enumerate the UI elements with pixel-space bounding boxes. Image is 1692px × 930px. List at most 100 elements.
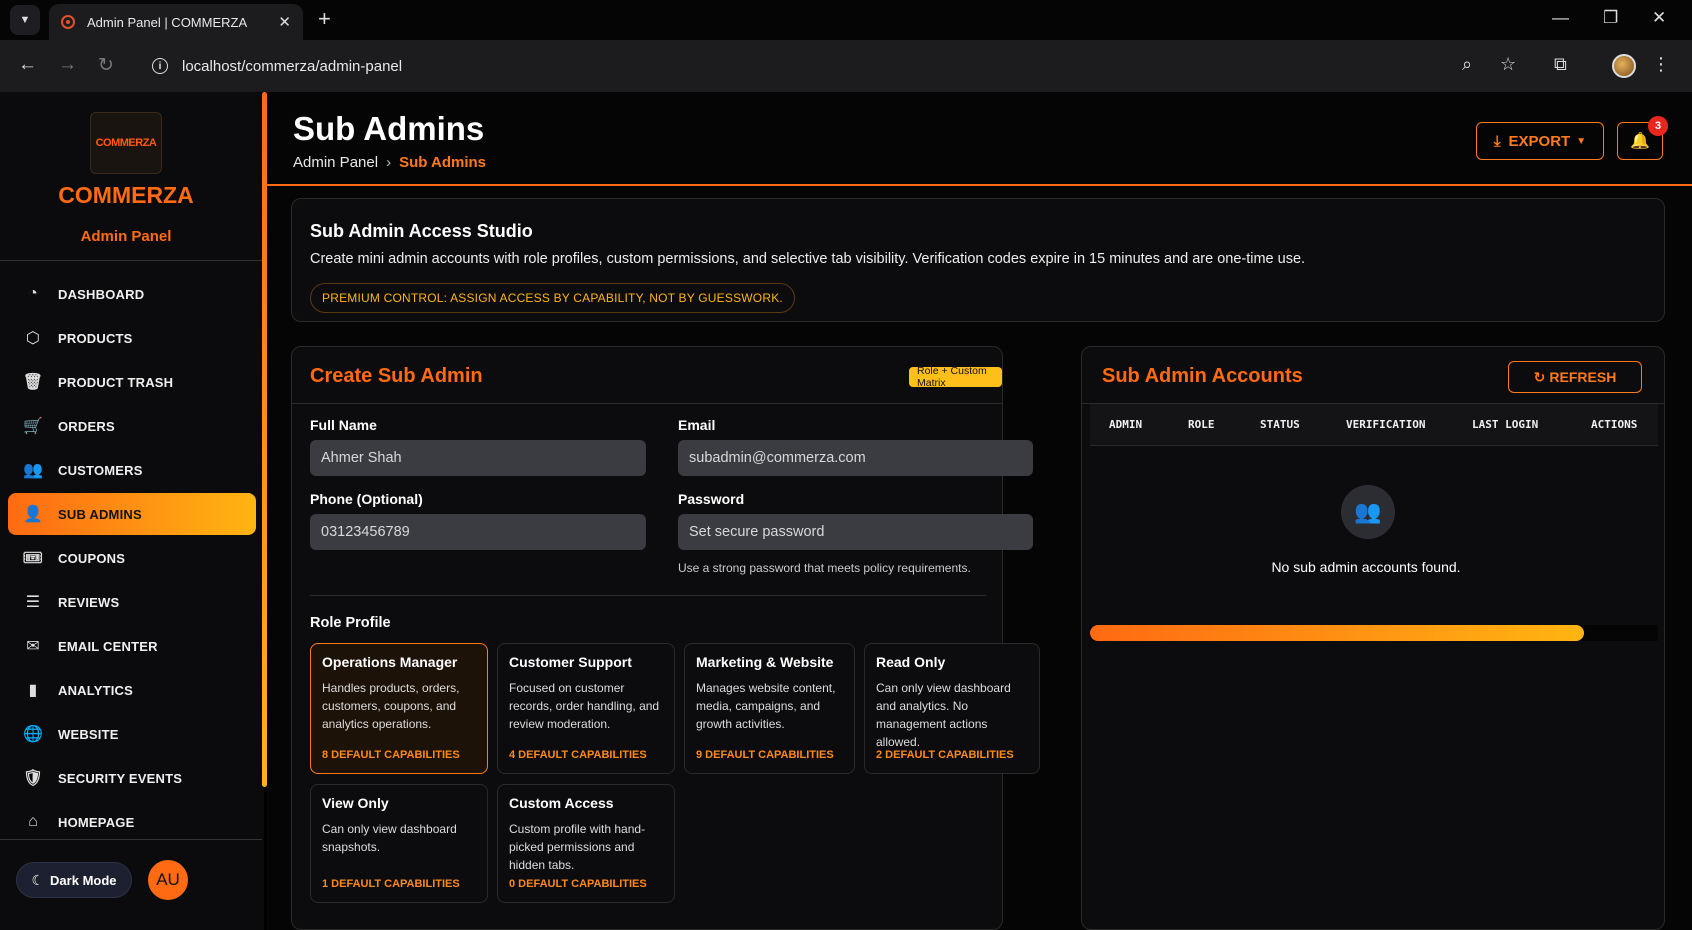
main-content: Sub Admins Admin Panel › Sub Admins ⤓ EXPO… — [267, 92, 1692, 930]
sidebar-item-label: ORDERS — [58, 418, 115, 434]
address-bar: ← → ↻ i localhost/commerza/admin-panel ⌕… — [0, 40, 1692, 92]
card-divider — [310, 595, 986, 596]
column-header-status[interactable]: STATUS — [1260, 418, 1300, 431]
breadcrumb-root[interactable]: Admin Panel — [293, 154, 378, 171]
dark-mode-toggle[interactable]: ☾ Dark Mode — [16, 862, 132, 898]
column-header-verification[interactable]: VERIFICATION — [1346, 418, 1425, 431]
browser-profile-avatar[interactable] — [1612, 54, 1636, 78]
column-header-admin[interactable]: ADMIN — [1109, 418, 1142, 431]
browser-tab-strip: ▼ Admin Panel | COMMERZA ✕ + — ❐ ✕ — [0, 0, 1692, 40]
tab-search-button[interactable]: ▼ — [10, 5, 40, 35]
user-avatar[interactable]: AU — [148, 860, 188, 900]
sidebar-item-label: CUSTOMERS — [58, 462, 143, 478]
sidebar-item-label: ANALYTICS — [58, 682, 133, 698]
sidebar-divider — [0, 839, 262, 840]
extensions-icon[interactable]: ⧉ — [1554, 54, 1567, 75]
tab-title: Admin Panel | COMMERZA — [87, 14, 248, 30]
breadcrumb-current: Sub Admins — [399, 154, 487, 171]
sidebar-item-sub-admins[interactable]: 👤 SUB ADMINS — [8, 493, 256, 535]
role-description: Can only view dashboard snapshots. — [322, 822, 457, 854]
column-header-role[interactable]: ROLE — [1188, 418, 1215, 431]
brand-logo: COMMERZA — [90, 112, 162, 174]
role-capabilities: 9 DEFAULT CAPABILITIES — [696, 749, 834, 761]
url-field[interactable]: i localhost/commerza/admin-panel — [140, 48, 1530, 84]
back-icon[interactable]: ← — [18, 54, 37, 76]
horizontal-scrollbar[interactable] — [1090, 625, 1658, 641]
export-label: EXPORT — [1508, 132, 1571, 150]
email-label: Email — [678, 417, 716, 433]
refresh-icon: ↻ — [1533, 368, 1546, 385]
role-name: Customer Support — [509, 654, 632, 670]
new-tab-icon[interactable]: + — [318, 6, 331, 32]
export-button[interactable]: ⤓ EXPORT ▼ — [1476, 122, 1604, 160]
forward-icon[interactable]: → — [58, 54, 77, 76]
password-input[interactable]: Set secure password — [678, 514, 1033, 550]
sidebar-item-label: EMAIL CENTER — [58, 638, 158, 654]
sidebar: COMMERZA COMMERZA Admin Panel ◔ DASHBOARD… — [0, 92, 264, 930]
role-capabilities: 2 DEFAULT CAPABILITIES — [876, 749, 1014, 761]
sidebar-item-product-trash[interactable]: 🗑 PRODUCT TRASH — [8, 360, 256, 404]
role-card-view-only[interactable]: View Only Can only view dashboard snapsh… — [310, 784, 488, 903]
globe-icon: 🌐 — [22, 726, 44, 743]
menu-dots-icon[interactable]: ⋮ — [1652, 54, 1670, 75]
box-icon: ⬡ — [25, 330, 41, 347]
sidebar-item-analytics[interactable]: ▮ ANALYTICS — [8, 668, 256, 712]
column-header-actions[interactable]: ACTIONS — [1591, 418, 1637, 431]
chart-icon: ▮ — [28, 682, 38, 699]
password-label: Password — [678, 491, 745, 507]
role-capabilities: 1 DEFAULT CAPABILITIES — [322, 878, 460, 890]
sidebar-item-label: DASHBOARD — [58, 286, 145, 302]
reload-icon[interactable]: ↻ — [98, 54, 114, 77]
column-header-last-login[interactable]: LAST LOGIN — [1472, 418, 1538, 431]
sidebar-item-dashboard[interactable]: ◔ DASHBOARD — [8, 272, 256, 316]
role-description: Focused on customer records, order handl… — [509, 681, 660, 731]
zoom-icon[interactable]: ⌕ — [1462, 54, 1472, 75]
header-divider — [267, 184, 1692, 186]
role-profile-label: Role Profile — [310, 615, 391, 631]
premium-control-pill: PREMIUM CONTROL: ASSIGN ACCESS BY CAPABI… — [310, 283, 795, 313]
role-card-custom-access[interactable]: Custom Access Custom profile with hand-p… — [497, 784, 675, 903]
sidebar-item-homepage[interactable]: ⌂ HOMEPAGE — [8, 800, 256, 844]
close-tab-icon[interactable]: ✕ — [278, 13, 291, 31]
window-close-icon[interactable]: ✕ — [1652, 8, 1666, 28]
scrollbar-thumb[interactable] — [1090, 625, 1585, 641]
browser-tab[interactable]: Admin Panel | COMMERZA ✕ — [49, 4, 303, 40]
email-input[interactable]: subadmin@commerza.com — [678, 440, 1033, 476]
sidebar-item-orders[interactable]: 🛒 ORDERS — [8, 404, 256, 448]
sidebar-item-coupons[interactable]: 🎟 COUPONS — [8, 536, 256, 580]
sidebar-item-customers[interactable]: 👥 CUSTOMERS — [8, 448, 256, 492]
phone-input[interactable]: 03123456789 — [310, 514, 646, 550]
sidebar-item-label: SECURITY EVENTS — [58, 770, 183, 786]
sidebar-item-email-center[interactable]: ✉ EMAIL CENTER — [8, 624, 256, 668]
minimize-icon[interactable]: — — [1552, 8, 1569, 28]
sidebar-item-reviews[interactable]: ☰ REVIEWS — [8, 580, 256, 624]
sidebar-item-website[interactable]: 🌐 WEBSITE — [8, 712, 256, 756]
full-name-input[interactable]: Ahmer Shah — [310, 440, 646, 476]
sidebar-divider — [0, 260, 262, 261]
role-card-read-only[interactable]: Read Only Can only view dashboard and an… — [864, 643, 1040, 774]
dashboard-icon: ◔ — [28, 285, 38, 302]
bookmark-star-icon[interactable]: ☆ — [1500, 54, 1516, 75]
role-description: Handles products, orders, customers, cou… — [322, 681, 460, 731]
refresh-button[interactable]: ↻ REFRESH — [1508, 361, 1642, 393]
role-name: Operations Manager — [322, 654, 458, 670]
sidebar-item-products[interactable]: ⬡ PRODUCTS — [8, 316, 256, 360]
sidebar-item-label: REVIEWS — [58, 594, 120, 610]
logo-text: COMMERZA — [95, 137, 157, 149]
role-card-operations-manager[interactable]: Operations Manager Handles products, ord… — [310, 643, 488, 774]
create-sub-admin-card: Create Sub Admin Role + Custom Matrix Fu… — [291, 346, 1040, 930]
studio-description: Create mini admin accounts with role pro… — [310, 251, 1306, 267]
restore-icon[interactable]: ❐ — [1603, 8, 1618, 28]
role-card-customer-support[interactable]: Customer Support Focused on customer rec… — [497, 643, 675, 774]
role-name: Read Only — [876, 654, 946, 670]
role-card-marketing-website[interactable]: Marketing & Website Manages website cont… — [684, 643, 855, 774]
brand-name: COMMERZA — [58, 182, 194, 208]
site-info-icon[interactable]: i — [152, 58, 168, 74]
role-description: Can only view dashboard and analytics. N… — [876, 681, 1011, 749]
sidebar-item-security-events[interactable]: 🛡 SECURITY EVENTS — [8, 756, 256, 800]
caret-down-icon: ▼ — [1576, 135, 1587, 147]
role-matrix-tag: Role + Custom Matrix — [909, 365, 1002, 389]
mail-icon: ✉ — [26, 638, 40, 655]
users-icon: 👥 — [22, 462, 44, 479]
phone-label: Phone (Optional) — [310, 491, 423, 507]
